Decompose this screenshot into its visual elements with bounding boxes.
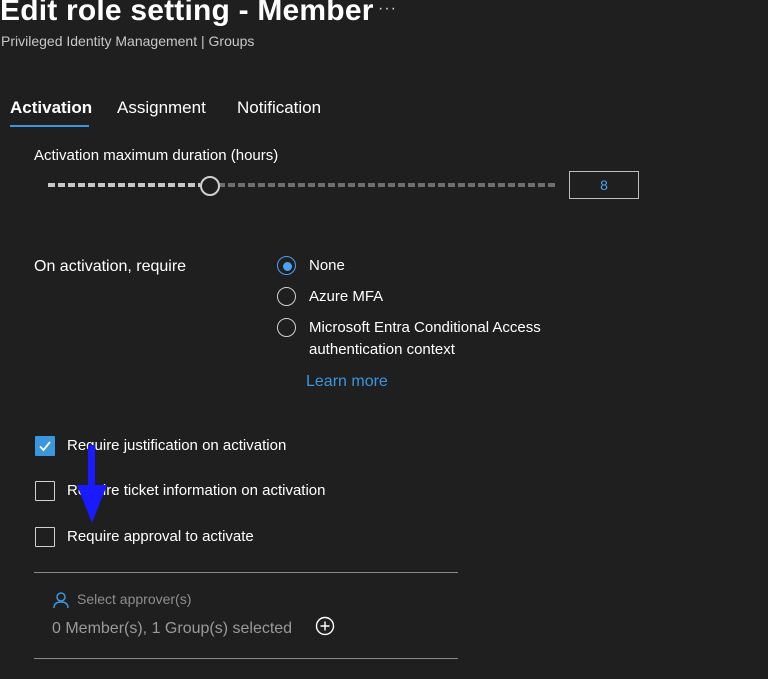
radio-dot-icon: [283, 262, 292, 271]
breadcrumb: Privileged Identity Management | Groups: [1, 33, 255, 49]
duration-slider-thumb[interactable]: [200, 176, 220, 196]
checkbox-label: Require approval to activate: [67, 528, 254, 545]
radio-label: Azure MFA: [309, 288, 384, 305]
radio-label: Microsoft Entra Conditional Access: [309, 319, 541, 336]
add-circle-icon[interactable]: [315, 616, 335, 636]
page-title: Edit role setting - Member: [0, 0, 374, 27]
duration-input[interactable]: [569, 171, 639, 199]
checkbox-checked[interactable]: [35, 436, 55, 456]
divider: [34, 572, 458, 573]
more-options-button[interactable]: ···: [378, 0, 397, 18]
tab-activation[interactable]: Activation: [10, 98, 92, 118]
radio-button-selected[interactable]: [277, 256, 296, 275]
active-tab-indicator: [10, 125, 89, 127]
radio-button[interactable]: [277, 318, 296, 337]
tab-assignment[interactable]: Assignment: [117, 98, 206, 118]
checkbox[interactable]: [35, 481, 55, 501]
radio-label: None: [309, 257, 345, 274]
approver-selection-count: 0 Member(s), 1 Group(s) selected: [52, 620, 293, 637]
duration-label: Activation maximum duration (hours): [34, 147, 279, 164]
checkmark-icon: [39, 441, 51, 452]
learn-more-link[interactable]: Learn more: [306, 373, 388, 391]
radio-label-line2: authentication context: [309, 341, 455, 358]
radio-button[interactable]: [277, 287, 296, 306]
divider: [34, 658, 458, 659]
on-activation-require-label: On activation, require: [34, 258, 187, 275]
down-arrow-icon: [77, 445, 107, 523]
duration-slider-fill: [48, 183, 200, 187]
tab-notification[interactable]: Notification: [237, 98, 321, 118]
checkbox[interactable]: [35, 527, 55, 547]
person-icon: [53, 592, 69, 609]
select-approvers-link[interactable]: Select approver(s): [77, 591, 191, 607]
edit-role-setting-panel: Edit role setting - Member ··· Privilege…: [0, 0, 768, 679]
